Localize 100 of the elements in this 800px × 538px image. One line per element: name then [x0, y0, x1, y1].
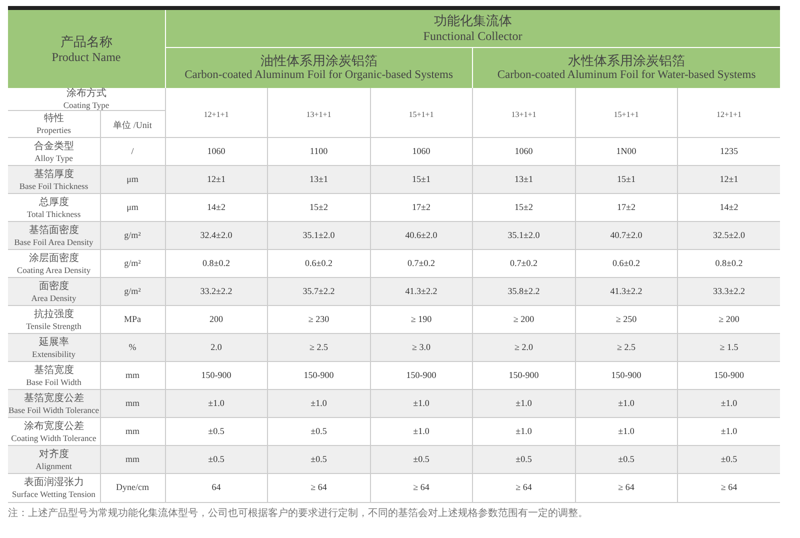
table-cell: 15±1: [370, 166, 473, 194]
table-cell: 14±2: [678, 194, 780, 222]
table-cell: ±1.0: [268, 390, 370, 418]
table-cell: ≥ 200: [678, 306, 780, 334]
table-cell: ±1.0: [678, 418, 780, 446]
table-cell: ±0.5: [165, 446, 268, 474]
table-cell: 1060: [472, 138, 576, 166]
table-cell: ≥ 250: [575, 306, 678, 334]
property-english: Tensile Strength: [26, 320, 82, 330]
unit-cell: mm: [100, 418, 166, 446]
table-cell: 150-900: [678, 362, 780, 390]
table-cell: 40.7±2.0: [575, 222, 678, 250]
table-cell: ±0.5: [268, 418, 370, 446]
table-cell: ±0.5: [575, 446, 678, 474]
property-english: Total Thickness: [26, 208, 81, 218]
table-cell: 13+1+1: [306, 110, 332, 118]
coating-type-chinese: 涂布方式: [66, 88, 106, 100]
table-cell: ±1.0: [370, 390, 473, 418]
table-cell: 1N00: [575, 138, 678, 166]
header-chinese: 油性体系用涂炭铝箔: [260, 53, 378, 69]
table-cell: ≥ 64: [678, 474, 780, 502]
table-cell: 15±2: [268, 194, 370, 222]
property-english: Surface Wetting Tension: [12, 488, 96, 499]
table-cell: 35.7±2.2: [268, 278, 370, 306]
table-cell: 12±1: [165, 166, 268, 194]
header-english: Carbon-coated Aluminum Foil for Organic-based Systems: [184, 68, 453, 82]
table-cell: 15±1: [575, 166, 678, 194]
table-cell: 2.0: [165, 334, 268, 362]
table-cell: 0.8±0.2: [165, 250, 268, 278]
table-cell: 0.7±0.2: [370, 250, 473, 278]
header-chinese: 产品名称: [60, 34, 112, 50]
property-chinese: 涂层面密度: [28, 252, 79, 264]
property-chinese: 对齐度: [38, 448, 69, 460]
table-cell: 17±2: [370, 194, 473, 222]
table-cell: 32.5±2.0: [678, 222, 780, 250]
table-cell: 13±1: [472, 166, 576, 194]
table-cell: 15±2: [472, 194, 576, 222]
table-cell: 41.3±2.2: [370, 278, 473, 306]
table-cell: 1235: [678, 138, 780, 166]
property-chinese: 延展率: [38, 336, 69, 348]
table-cell: 35.1±2.0: [268, 222, 370, 250]
property-chinese: 基箔厚度: [34, 168, 74, 180]
property-english: Area Density: [31, 292, 76, 302]
table-cell: 32.4±2.0: [165, 222, 268, 250]
table-cell: ±0.5: [472, 446, 576, 474]
table-cell: ±0.5: [268, 446, 370, 474]
table-cell: ≥ 64: [370, 474, 473, 502]
footnote: 注：上述产品型号为常规功能化集流体型号，公司也可根据客户的要求进行定制，不同的基箔会对上述规格参数范围有一定的调整。: [8, 508, 588, 518]
unit-cell: MPa: [100, 306, 166, 334]
header-chinese: 功能化集流体: [434, 13, 512, 29]
properties-label-english: Properties: [36, 125, 71, 135]
table-cell: 12±1: [678, 166, 780, 194]
table-cell: ≥ 64: [472, 474, 576, 502]
table-cell: 150-900: [370, 362, 473, 390]
table-cell: 0.8±0.2: [678, 250, 780, 278]
property-english: Base Foil Width: [26, 376, 82, 386]
table-cell: 150-900: [268, 362, 370, 390]
property-english: Base Foil Width Tolerance: [8, 404, 100, 414]
property-english: Alloy Type: [34, 152, 73, 162]
table-cell: 200: [165, 306, 268, 334]
table-cell: 14±2: [165, 194, 268, 222]
coating-type-english: Coating Type: [63, 100, 110, 110]
property-english: Alignment: [36, 460, 72, 470]
table-cell: 35.1±2.0: [472, 222, 576, 250]
unit-cell: g/m²: [100, 250, 166, 278]
table-cell: 12+1+1: [716, 110, 742, 118]
table-cell: ≥ 230: [268, 306, 370, 334]
table-cell: ±1.0: [678, 390, 780, 418]
table-cell: ≥ 2.0: [472, 334, 576, 362]
property-english: Coating Area Density: [16, 264, 91, 274]
property-chinese: 基箔宽度: [34, 364, 74, 376]
table-cell: ±1.0: [370, 418, 473, 446]
table-cell: 17±2: [575, 194, 678, 222]
unit-cell: μm: [100, 194, 166, 222]
table-cell: 150-900: [472, 362, 576, 390]
table-cell: 64: [165, 474, 268, 502]
table-cell: ±0.5: [678, 446, 780, 474]
table-cell: 12+1+1: [204, 110, 229, 118]
table-cell: 0.6±0.2: [575, 250, 678, 278]
property-chinese: 基箔宽度公差: [24, 392, 84, 404]
table-cell: ≥ 190: [370, 306, 473, 334]
table-cell: 0.6±0.2: [268, 250, 370, 278]
table-cell: 35.8±2.2: [472, 278, 576, 306]
table-cell: 33.3±2.2: [678, 278, 780, 306]
table-cell: ±0.5: [165, 418, 268, 446]
table-cell: ≥ 64: [575, 474, 678, 502]
table-cell: ±1.0: [165, 390, 268, 418]
header-english: Carbon-coated Aluminum Foil for Water-based Systems: [497, 68, 756, 82]
table-cell: ±0.5: [370, 446, 473, 474]
table-cell: ±1.0: [472, 390, 576, 418]
unit-cell: μm: [100, 166, 166, 194]
table-cell: ±1.0: [575, 418, 678, 446]
property-english: Base Foil Thickness: [19, 180, 88, 190]
unit-cell: Dyne/cm: [100, 474, 166, 502]
table-cell: 13±1: [268, 166, 370, 194]
table-cell: 15+1+1: [408, 110, 434, 118]
table-cell: 150-900: [575, 362, 678, 390]
unit-cell: mm: [100, 362, 166, 390]
table-cell: 40.6±2.0: [370, 222, 473, 250]
table-cell: ≥ 3.0: [370, 334, 473, 362]
